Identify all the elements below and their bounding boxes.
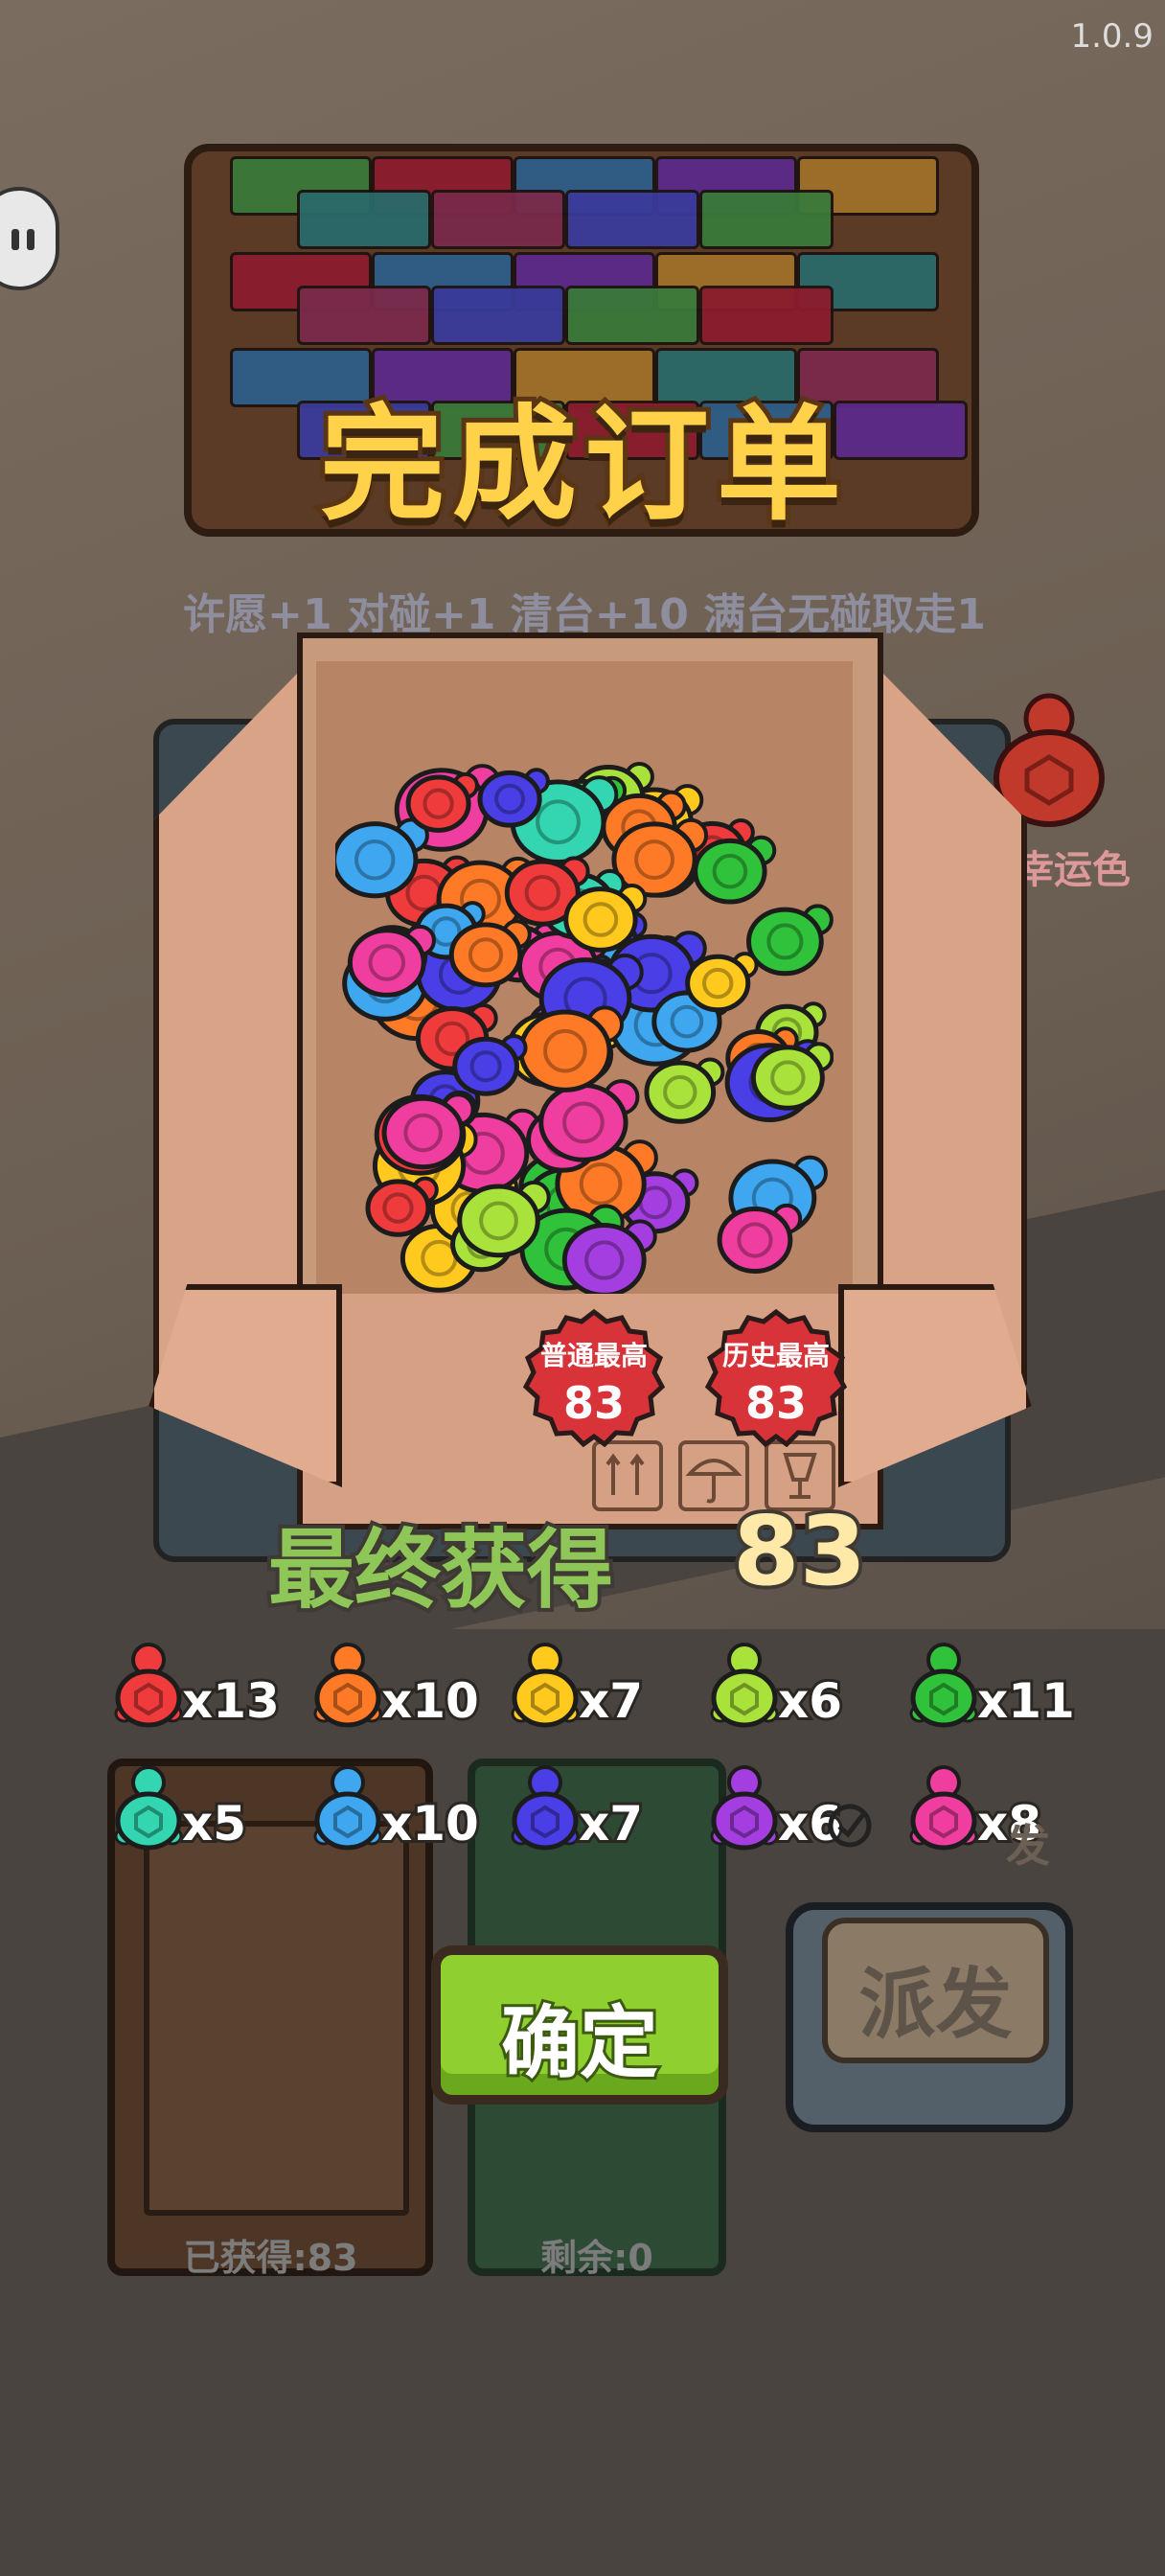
pile-turtle [693, 835, 777, 905]
reward-count: x7 [576, 1670, 646, 1732]
history-best-label: 历史最高 [721, 1340, 830, 1371]
normal-best-label: 普通最高 [539, 1340, 648, 1371]
blue-turtle-icon [313, 1765, 382, 1851]
reward-count: x10 [378, 1793, 482, 1854]
final-score-label: 最终获得 [264, 1516, 617, 1624]
pause-icon [11, 229, 19, 250]
reward-item: x5 [105, 1761, 268, 1857]
reward-item: x7 [502, 1639, 665, 1735]
normal-best-badge: 普通最高 83 [522, 1308, 666, 1452]
teal-turtle-icon [114, 1765, 183, 1851]
pack-item [565, 286, 699, 345]
lucky-color-label: 幸运色 [1016, 848, 1131, 892]
red-turtle-icon [114, 1643, 183, 1728]
pack-item [699, 190, 834, 249]
pile-turtle [611, 817, 709, 898]
dispatch-button[interactable]: 派发 [786, 1902, 1073, 2132]
reward-count: x6 [775, 1670, 845, 1732]
pile-turtle [745, 904, 834, 977]
reward-item: x7 [502, 1761, 665, 1857]
purple-turtle-icon [710, 1765, 779, 1851]
reward-item: x13 [105, 1639, 283, 1735]
pack-item [297, 190, 431, 249]
history-best-value: 83 [744, 1377, 807, 1429]
lime-turtle-icon [710, 1643, 779, 1728]
pack-item [297, 286, 431, 345]
reward-count: x7 [576, 1793, 646, 1854]
yellow-turtle-icon [511, 1643, 580, 1728]
reward-count: x11 [974, 1670, 1078, 1732]
pink-turtle-icon [909, 1765, 978, 1851]
dispatch-hint-text: 发 [1006, 1820, 1050, 1872]
final-score-value: 83 [729, 1491, 870, 1611]
pause-button[interactable] [0, 187, 59, 290]
indigo-turtle-icon [511, 1765, 580, 1851]
confirm-button-label: 确定 [498, 1995, 661, 2092]
reward-item: x11 [901, 1639, 1078, 1735]
obtained-count-label: 已获得:83 [183, 2237, 358, 2279]
reward-count: x10 [378, 1670, 482, 1732]
pile-turtle [685, 952, 759, 1013]
reward-item: x10 [305, 1761, 482, 1857]
dispatch-button-label: 派发 [858, 1960, 1013, 2049]
pack-item [431, 190, 565, 249]
reward-item: x6 [701, 1639, 864, 1735]
confirm-button[interactable]: 确定 [431, 1945, 728, 2104]
remaining-count-label: 剩余:0 [540, 2237, 653, 2279]
pile-turtle [750, 1042, 834, 1111]
pile-turtle [561, 1219, 657, 1294]
reward-count: x5 [179, 1793, 249, 1854]
turtle-pile [335, 761, 834, 1294]
pile-turtle [518, 1005, 625, 1092]
green-turtle-icon [909, 1643, 978, 1728]
orange-turtle-icon [313, 1643, 382, 1728]
obtained-bin-inner [144, 1821, 409, 2216]
pack-item [565, 190, 699, 249]
pack-item [431, 286, 565, 345]
check-icon [828, 1804, 872, 1848]
reward-item: x10 [305, 1639, 482, 1735]
page-title: 完成订单 [315, 387, 849, 542]
pile-turtle [644, 1057, 725, 1124]
history-best-badge: 历史最高 83 [704, 1308, 848, 1452]
version-label: 1.0.9 [1070, 17, 1154, 56]
pile-turtle [538, 1079, 640, 1162]
pack-item [699, 286, 834, 345]
pile-turtle [452, 1033, 528, 1096]
reward-count: x13 [179, 1670, 283, 1732]
pile-turtle [717, 1203, 803, 1274]
normal-best-value: 83 [562, 1377, 625, 1429]
